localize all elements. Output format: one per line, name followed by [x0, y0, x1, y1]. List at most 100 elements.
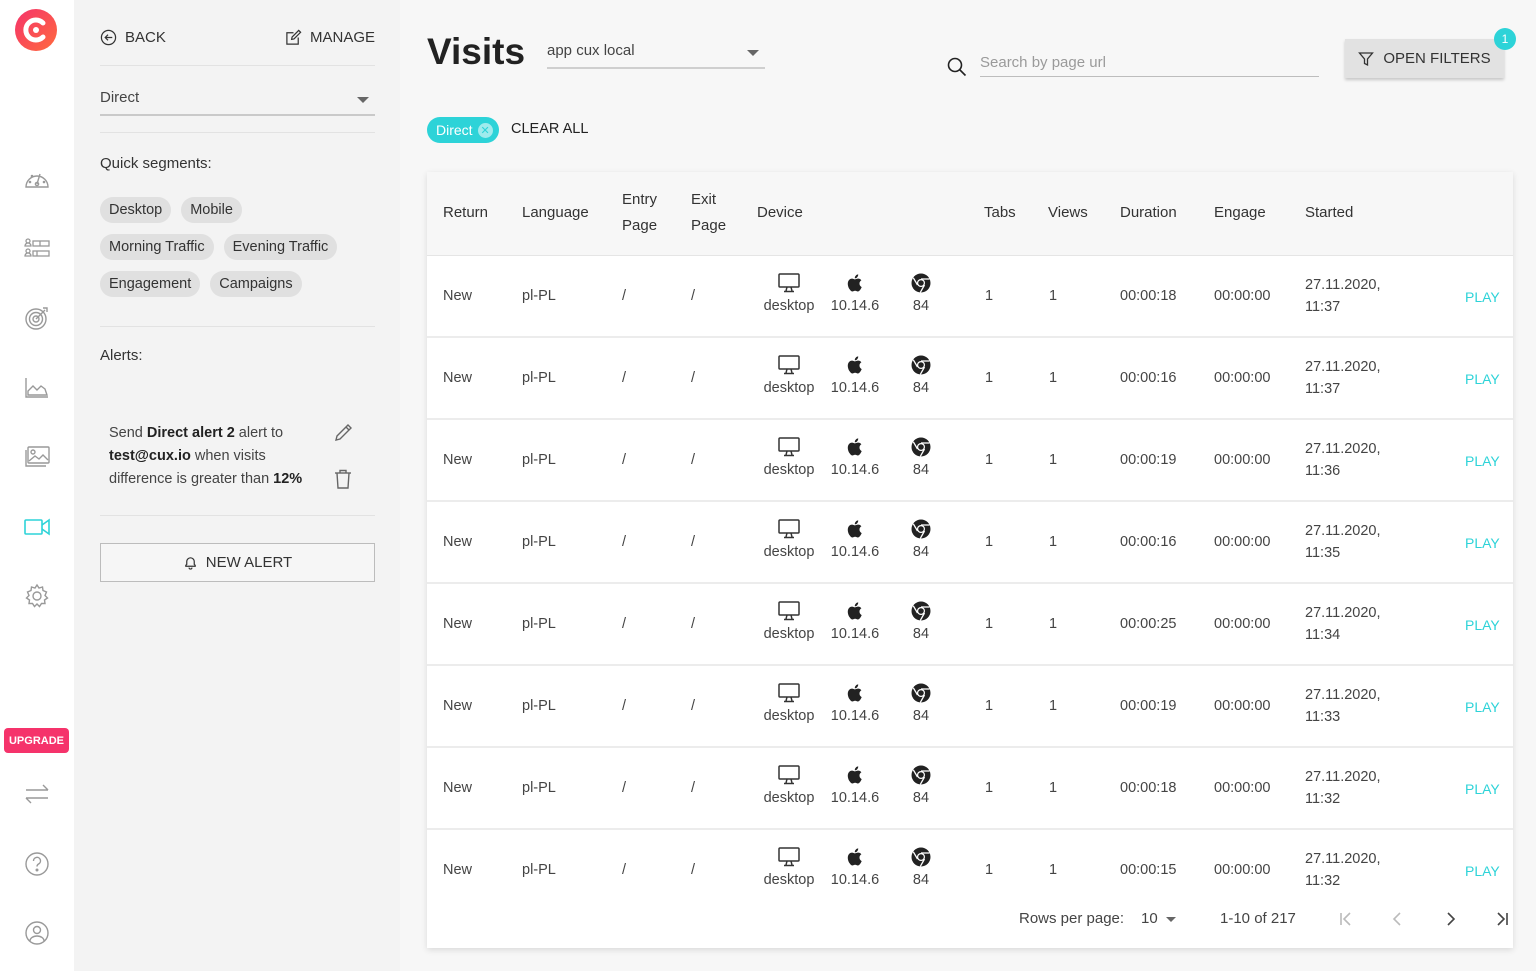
cell-os: 10.14.6 [827, 682, 883, 724]
open-filters-button[interactable]: OPEN FILTERS [1345, 39, 1504, 78]
column-header-entry-page[interactable]: Entry Page [622, 187, 657, 239]
search-input[interactable] [980, 49, 1319, 77]
apple-icon [827, 600, 883, 622]
visits-table: Return Language Entry Page Exit Page Devic… [427, 172, 1513, 948]
last-page-button[interactable] [1489, 906, 1513, 932]
column-header-device[interactable]: Device [757, 200, 803, 226]
upgrade-button[interactable]: UPGRADE [4, 728, 69, 753]
play-button[interactable]: PLAY [1465, 617, 1500, 633]
cell-entry-page: / [622, 698, 627, 714]
new-alert-button[interactable]: NEW ALERT [100, 543, 375, 582]
chevron-down-icon [1165, 917, 1176, 922]
play-button[interactable]: PLAY [1465, 863, 1500, 879]
cux-logo[interactable] [15, 9, 57, 51]
cell-duration: 00:00:15 [1120, 862, 1177, 878]
play-button[interactable]: PLAY [1465, 289, 1500, 305]
speedometer-icon[interactable] [22, 164, 52, 194]
cell-exit-page: / [691, 862, 696, 878]
app-select[interactable]: app cux local [547, 42, 765, 69]
table-row[interactable]: New pl-PL / / desktop 10.14.6 84 1 1 00:00:19 00:0… [427, 420, 1513, 502]
table-row[interactable]: New pl-PL / / desktop 10.14.6 84 1 1 00:00:25 00:0… [427, 584, 1513, 666]
cell-return: New [443, 370, 473, 386]
quick-segment-chip[interactable]: Campaigns [210, 271, 302, 297]
clear-all-button[interactable]: CLEAR ALL [511, 121, 588, 137]
quick-segments-list: Desktop Mobile Morning Traffic Evening T… [100, 197, 380, 308]
gear-icon[interactable] [22, 581, 52, 611]
cell-language: pl-PL [522, 370, 556, 386]
table-row[interactable]: New pl-PL / / desktop 10.14.6 84 1 1 00:00:18 00:0… [427, 748, 1513, 830]
chrome-icon [901, 600, 941, 622]
column-header-started[interactable]: Started [1305, 200, 1353, 226]
cell-engage: 00:00:00 [1214, 862, 1271, 878]
cell-engage: 00:00:00 [1214, 534, 1271, 550]
table-row[interactable]: New pl-PL / / desktop 10.14.6 84 1 1 00:00:19 00:0… [427, 666, 1513, 748]
cell-return: New [443, 780, 473, 796]
cell-views: 1 [1049, 288, 1058, 304]
next-page-button[interactable] [1437, 906, 1463, 932]
previous-page-button[interactable] [1385, 906, 1411, 932]
play-button[interactable]: PLAY [1465, 535, 1500, 551]
cell-engage: 00:00:00 [1214, 698, 1271, 714]
user-circle-icon[interactable] [22, 918, 52, 948]
cell-started: 27.11.2020, 11:37 [1305, 359, 1381, 397]
play-button[interactable]: PLAY [1465, 699, 1500, 715]
table-pagination: Rows per page: 10 1-10 of 217 [427, 890, 1513, 948]
table-row[interactable]: New pl-PL / / desktop 10.14.6 84 1 1 00:00:18 00:0… [427, 256, 1513, 338]
segment-select[interactable]: Direct [100, 86, 375, 116]
column-header-views[interactable]: Views [1048, 200, 1088, 226]
area-chart-icon[interactable] [22, 373, 52, 403]
column-header-engage[interactable]: Engage [1214, 200, 1266, 226]
cell-duration: 00:00:16 [1120, 370, 1177, 386]
quick-segment-chip[interactable]: Engagement [100, 271, 201, 297]
cell-started: 27.11.2020, 11:32 [1305, 769, 1381, 807]
video-camera-icon[interactable] [22, 512, 52, 542]
column-header-return[interactable]: Return [443, 200, 488, 226]
target-icon[interactable] [22, 303, 52, 333]
first-page-button[interactable] [1333, 906, 1359, 932]
users-list-icon[interactable] [22, 233, 52, 263]
trash-icon[interactable] [332, 468, 354, 490]
quick-segment-chip[interactable]: Morning Traffic [100, 234, 214, 260]
cell-os: 10.14.6 [827, 600, 883, 642]
desktop-monitor-icon [760, 682, 818, 704]
help-circle-icon[interactable] [22, 849, 52, 879]
chevron-left-icon [1392, 912, 1401, 926]
manage-label: MANAGE [309, 28, 375, 46]
table-row[interactable]: New pl-PL / / desktop 10.14.6 84 1 1 00:00:16 00:0… [427, 338, 1513, 420]
quick-segment-chip[interactable]: Evening Traffic [223, 234, 338, 260]
cell-return: New [443, 616, 473, 632]
quick-segment-chip[interactable]: Mobile [181, 197, 242, 223]
close-icon[interactable]: ✕ [477, 122, 493, 138]
cell-language: pl-PL [522, 862, 556, 878]
column-header-duration[interactable]: Duration [1120, 200, 1177, 226]
play-button[interactable]: PLAY [1465, 781, 1500, 797]
chrome-icon [901, 436, 941, 458]
manage-button[interactable]: MANAGE [285, 29, 375, 46]
divider [100, 326, 375, 327]
column-header-language[interactable]: Language [522, 200, 589, 226]
cell-device: desktop [760, 354, 818, 396]
column-header-tabs[interactable]: Tabs [984, 200, 1016, 226]
quick-segments-label: Quick segments: [100, 155, 212, 172]
play-button[interactable]: PLAY [1465, 453, 1500, 469]
swap-arrows-icon[interactable] [22, 779, 52, 809]
pencil-icon[interactable] [332, 422, 354, 444]
quick-segment-chip[interactable]: Desktop [100, 197, 172, 223]
column-header-exit-page[interactable]: Exit Page [691, 187, 726, 239]
play-button[interactable]: PLAY [1465, 371, 1500, 387]
cell-views: 1 [1049, 534, 1058, 550]
desktop-monitor-icon [760, 354, 818, 376]
rows-per-page-select[interactable]: 10 [1141, 910, 1182, 927]
desktop-monitor-icon [760, 436, 818, 458]
cell-language: pl-PL [522, 288, 556, 304]
chevron-right-icon [1447, 912, 1456, 926]
cell-exit-page: / [691, 616, 696, 632]
back-button[interactable]: BACK [100, 29, 166, 46]
last-page-icon [1497, 912, 1508, 926]
rows-per-page-value: 10 [1141, 910, 1158, 927]
chrome-icon [901, 764, 941, 786]
table-row[interactable]: New pl-PL / / desktop 10.14.6 84 1 1 00:00:16 00:0… [427, 502, 1513, 584]
chrome-icon [901, 846, 941, 868]
active-filter-chip[interactable]: Direct ✕ [427, 117, 499, 143]
images-icon[interactable] [22, 442, 52, 472]
